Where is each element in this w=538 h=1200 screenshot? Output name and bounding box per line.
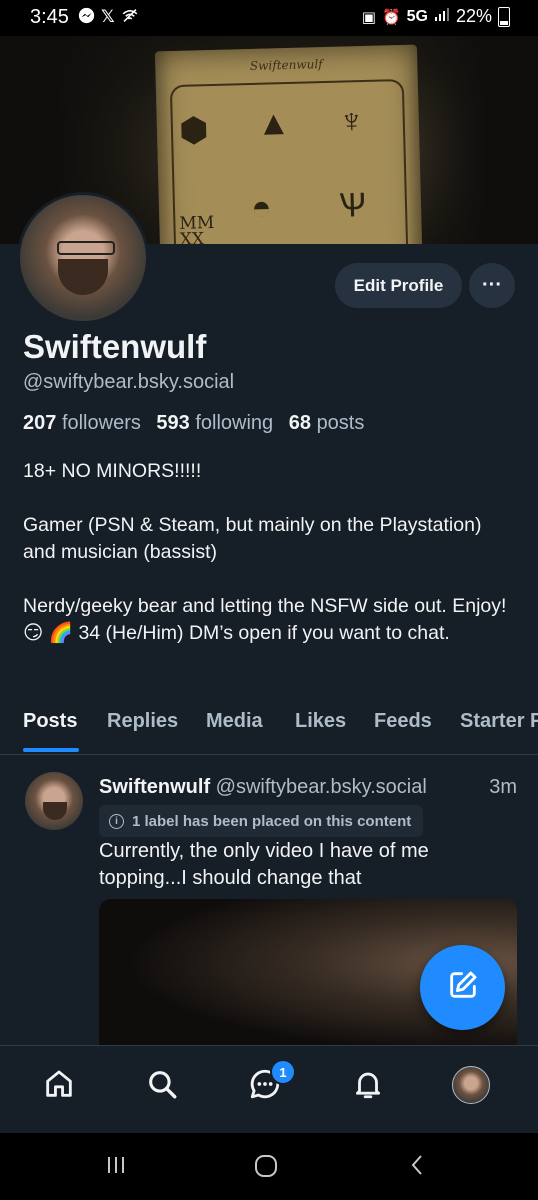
following-label: following [195,412,274,434]
tab-replies[interactable]: Replies [107,710,178,733]
sim-icon: ▣ [361,8,376,26]
profile-handle: @swiftybear.bsky.social [23,371,235,393]
mountain-icon: ▲ [256,103,291,143]
more-options-button[interactable]: ··· [469,263,515,308]
profile-tabs: Posts Replies Media Likes Feeds Starter … [0,700,538,755]
battery-icon [498,6,510,27]
back-icon [411,1155,422,1175]
profile-avatar[interactable] [17,192,149,324]
bio-line: Gamer (PSN & Steam, but mainly on the Pl… [23,514,482,563]
tab-likes[interactable]: Likes [295,710,346,733]
system-navigation-bar [0,1133,538,1200]
followers-count: 207 [23,412,57,434]
back-button[interactable] [406,1153,430,1182]
posts-stat: 68 posts [289,412,365,434]
avatar-glasses [57,241,115,255]
recent-apps-icon [108,1157,124,1173]
post-author-handle[interactable]: @swiftybear.bsky.social [216,776,427,798]
signal-icon [434,6,450,27]
profile-stats: 207 followers 593 following 68 posts [23,412,364,435]
network-indicator: 5G [406,7,428,25]
status-system-icons: ▣ ⏰ 5G 22% [362,6,510,27]
post-timestamp[interactable]: 3m [489,776,517,799]
wifi-off-icon [121,7,139,29]
nav-home[interactable] [39,1064,79,1104]
post-text: Currently, the only video I have of me t… [99,840,429,889]
followers-label: followers [61,412,141,434]
search-icon [149,1071,177,1099]
bio-line: 18+ NO MINORS!!!!! [23,460,202,482]
nav-search[interactable] [142,1064,182,1104]
tree-icon: ♆ [338,102,365,141]
profile-bio: 18+ NO MINORS!!!!! Gamer (PSN & Steam, b… [23,458,518,674]
home-circle-icon [255,1155,277,1177]
notifications-icon [355,1072,381,1099]
home-system-button[interactable] [253,1153,279,1184]
post-author-name[interactable]: Swiftenwulf [99,776,210,798]
hexagon-icon: ⬢ [178,111,210,150]
bottom-nav: 1 [0,1045,538,1134]
alarm-icon: ⏰ [381,8,401,26]
chat-unread-badge: 1 [270,1059,296,1085]
post-header: Swiftenwulf @swiftybear.bsky.social [99,776,427,799]
messenger-icon [78,7,95,29]
info-icon: i [109,813,124,829]
sigil-icon: Ѱ [338,186,367,225]
edit-profile-button[interactable]: Edit Profile [335,263,462,308]
post-author-avatar[interactable] [25,772,83,830]
compose-icon [446,968,480,1007]
status-time: 3:45 [30,6,69,28]
nav-profile-avatar[interactable] [452,1066,490,1104]
following-link[interactable]: 593 following [156,412,273,434]
banner-shadow-right [408,36,538,244]
followers-link[interactable]: 207 followers [23,412,141,434]
compose-button[interactable] [420,945,505,1030]
battery-percent: 22% [455,6,492,26]
tab-posts[interactable]: Posts [23,710,77,733]
circle-icon: ◓ [250,188,273,228]
x-icon: 𝕏 [101,7,115,26]
content-label-text: 1 label has been placed on this content [132,812,412,830]
nav-notifications[interactable] [348,1064,388,1104]
status-bar: 3:45 𝕏 ▣ ⏰ 5G 22% [0,0,538,36]
active-tab-indicator [23,748,79,752]
avatar-beard [58,259,108,295]
following-count: 593 [156,412,190,434]
content-label-chip[interactable]: i 1 label has been placed on this conten… [99,805,424,837]
home-icon [46,1070,72,1097]
posts-label: posts [316,412,365,434]
profile-display-name: Swiftenwulf [23,328,207,365]
tab-media[interactable]: Media [206,710,263,733]
tab-feeds[interactable]: Feeds [374,710,432,733]
bio-line: Nerdy/geeky bear and letting the NSFW si… [23,595,507,644]
status-notification-icons: 𝕏 [78,7,139,29]
recent-apps-button[interactable] [104,1153,128,1182]
banner-card-text: Swiftenwulf [249,57,323,73]
posts-count: 68 [288,412,311,434]
avatar-beard [43,802,67,820]
banner-card-image: Swiftenwulf ⬢ ▲ ♆ MM XX ◓ Ѱ [154,44,424,244]
banner-card-year: MM XX [179,212,215,244]
tab-starter-packs[interactable]: Starter P [460,710,538,733]
